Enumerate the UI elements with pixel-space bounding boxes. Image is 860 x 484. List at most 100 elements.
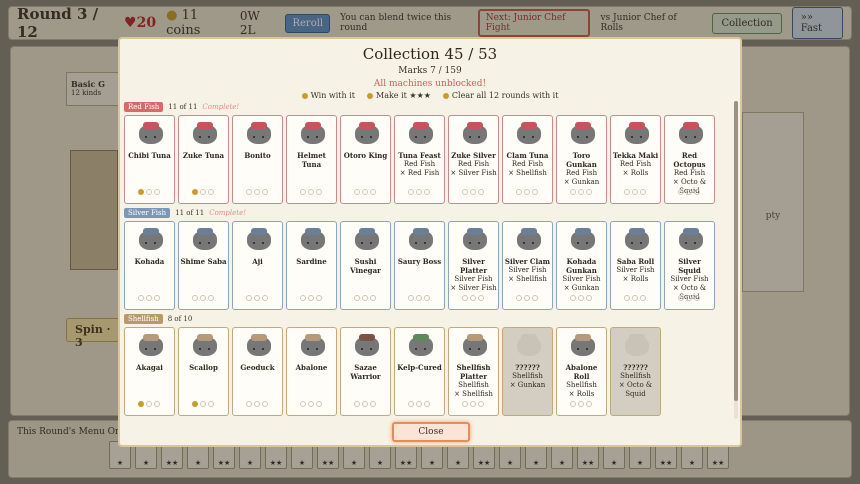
collection-card[interactable]: Red Octopus Red Fish × Octo & Squid xyxy=(664,115,715,204)
card-title: Helmet Tuna xyxy=(297,151,326,169)
sushi-icon xyxy=(571,122,595,144)
card-name: Bonito xyxy=(233,151,282,160)
card-row: Akagai Scallop Geoduck Abalone Sazae Warrior… xyxy=(124,327,724,416)
mark-empty-icon xyxy=(207,189,214,195)
card-title: Kelp-Cured xyxy=(397,363,442,372)
card-name: Saury Boss xyxy=(395,257,444,266)
collection-card[interactable]: Kelp-Cured xyxy=(394,327,445,416)
sushi-icon xyxy=(193,228,217,250)
mark-empty-icon xyxy=(145,295,152,301)
mark-empty-icon xyxy=(199,189,206,195)
collection-card[interactable]: Clam Tuna Red Fish × Shellfish xyxy=(502,115,553,204)
card-name: Saba Roll Silver Fish × Rolls xyxy=(611,257,660,284)
card-marks xyxy=(503,294,552,302)
mark-empty-icon xyxy=(569,401,576,407)
collection-card[interactable]: Abalone xyxy=(286,327,337,416)
sushi-icon xyxy=(247,334,271,356)
collection-card[interactable]: Toro Gunkan Red Fish × Gunkan xyxy=(556,115,607,204)
card-title: Chibi Tuna xyxy=(128,151,171,160)
collection-card[interactable]: Saba Roll Silver Fish × Rolls xyxy=(610,221,661,310)
mark-empty-icon xyxy=(585,189,592,195)
collection-card[interactable]: Shellfish Platter Shellfish × Shellfish xyxy=(448,327,499,416)
mark-empty-icon xyxy=(315,189,322,195)
collection-card[interactable]: Sazae Warrior xyxy=(340,327,391,416)
collection-section: Red Fish 11 of 11 Complete! Chibi Tuna Zuke … xyxy=(124,101,724,204)
collection-card[interactable]: Silver Squid Silver Fish × Octo & Squid xyxy=(664,221,715,310)
mark-empty-icon xyxy=(639,295,646,301)
collection-card[interactable]: Akagai xyxy=(124,327,175,416)
collection-card[interactable]: Silver Clam Silver Fish × Shellfish xyxy=(502,221,553,310)
mark-earned-icon xyxy=(191,189,198,195)
card-name: Chibi Tuna xyxy=(125,151,174,160)
card-name: Sazae Warrior xyxy=(341,363,390,381)
collection-card[interactable]: Chibi Tuna xyxy=(124,115,175,204)
close-button[interactable]: Close xyxy=(392,422,470,442)
card-recipe: Silver Fish × Gunkan xyxy=(562,275,601,292)
card-name: Sushi Vinegar xyxy=(341,257,390,275)
collection-card[interactable]: Helmet Tuna xyxy=(286,115,337,204)
mark-empty-icon xyxy=(531,295,538,301)
collection-card[interactable]: Sushi Vinegar xyxy=(340,221,391,310)
mark-empty-icon xyxy=(423,295,430,301)
collection-card[interactable]: Kohada Gunkan Silver Fish × Gunkan xyxy=(556,221,607,310)
mark-empty-icon xyxy=(569,189,576,195)
scrollbar-thumb[interactable] xyxy=(734,101,738,401)
collection-card[interactable]: Shime Saba xyxy=(178,221,229,310)
collection-card[interactable]: Kohada xyxy=(124,221,175,310)
collection-card[interactable]: Sardine xyxy=(286,221,337,310)
mark-empty-icon xyxy=(191,295,198,301)
mark-empty-icon xyxy=(461,189,468,195)
collection-card[interactable]: Tuna Feast Red Fish × Red Fish xyxy=(394,115,445,204)
collection-card[interactable]: Silver Platter Silver Fish × Silver Fish xyxy=(448,221,499,310)
collection-card[interactable]: Bonito xyxy=(232,115,283,204)
collection-card[interactable]: Tekka Maki Red Fish × Rolls xyxy=(610,115,661,204)
mark-empty-icon xyxy=(631,295,638,301)
sushi-icon xyxy=(679,122,703,144)
collection-card[interactable]: Aji xyxy=(232,221,283,310)
card-recipe: Silver Fish × Rolls xyxy=(616,266,655,283)
card-recipe: Silver Fish × Shellfish xyxy=(508,266,547,283)
mark-empty-icon xyxy=(261,295,268,301)
sushi-icon xyxy=(625,122,649,144)
sushi-icon xyxy=(301,334,325,356)
card-title: Silver Squid xyxy=(678,257,701,275)
mark-empty-icon xyxy=(407,295,414,301)
collection-card[interactable]: Geoduck xyxy=(232,327,283,416)
section-count: 11 of 11 xyxy=(168,103,198,111)
section-count: 11 of 11 xyxy=(175,209,205,217)
sushi-icon xyxy=(139,122,163,144)
card-title: ?????? xyxy=(623,363,648,372)
card-title: Shime Saba xyxy=(180,257,227,266)
sushi-icon xyxy=(301,122,325,144)
mark-empty-icon xyxy=(245,401,252,407)
mark-empty-icon xyxy=(631,189,638,195)
collection-card[interactable]: ?????? Shellfish × Octo & Squid xyxy=(610,327,661,416)
sushi-icon xyxy=(463,122,487,144)
collection-card[interactable]: ?????? Shellfish × Gunkan xyxy=(502,327,553,416)
legend-make-label: Make it ★★★ xyxy=(376,91,431,100)
mark-earned-icon xyxy=(137,189,144,195)
mark-empty-icon xyxy=(623,189,630,195)
collection-card[interactable]: Saury Boss xyxy=(394,221,445,310)
mark-empty-icon xyxy=(353,401,360,407)
mark-empty-icon xyxy=(477,401,484,407)
mark-empty-icon xyxy=(153,295,160,301)
section-header: Silver Fish 11 of 11 Complete! xyxy=(124,207,724,219)
card-title: Red Octopus xyxy=(673,151,706,169)
collection-card[interactable]: Otoro King xyxy=(340,115,391,204)
collection-card[interactable]: Abalone Roll Shellfish × Rolls xyxy=(556,327,607,416)
coin-icon xyxy=(442,93,449,99)
legend-win-label: Win with it xyxy=(310,91,355,100)
card-name: Tuna Feast Red Fish × Red Fish xyxy=(395,151,444,178)
card-marks xyxy=(449,188,498,196)
sushi-icon xyxy=(355,334,379,356)
card-marks xyxy=(557,188,606,196)
card-marks xyxy=(341,188,390,196)
mark-empty-icon xyxy=(677,295,684,301)
card-name: Helmet Tuna xyxy=(287,151,336,169)
collection-card[interactable]: Zuke Tuna xyxy=(178,115,229,204)
mark-empty-icon xyxy=(361,189,368,195)
collection-card[interactable]: Zuke Silver Red Fish × Silver Fish xyxy=(448,115,499,204)
card-recipe: Shellfish × Gunkan xyxy=(509,372,546,389)
collection-card[interactable]: Scallop xyxy=(178,327,229,416)
